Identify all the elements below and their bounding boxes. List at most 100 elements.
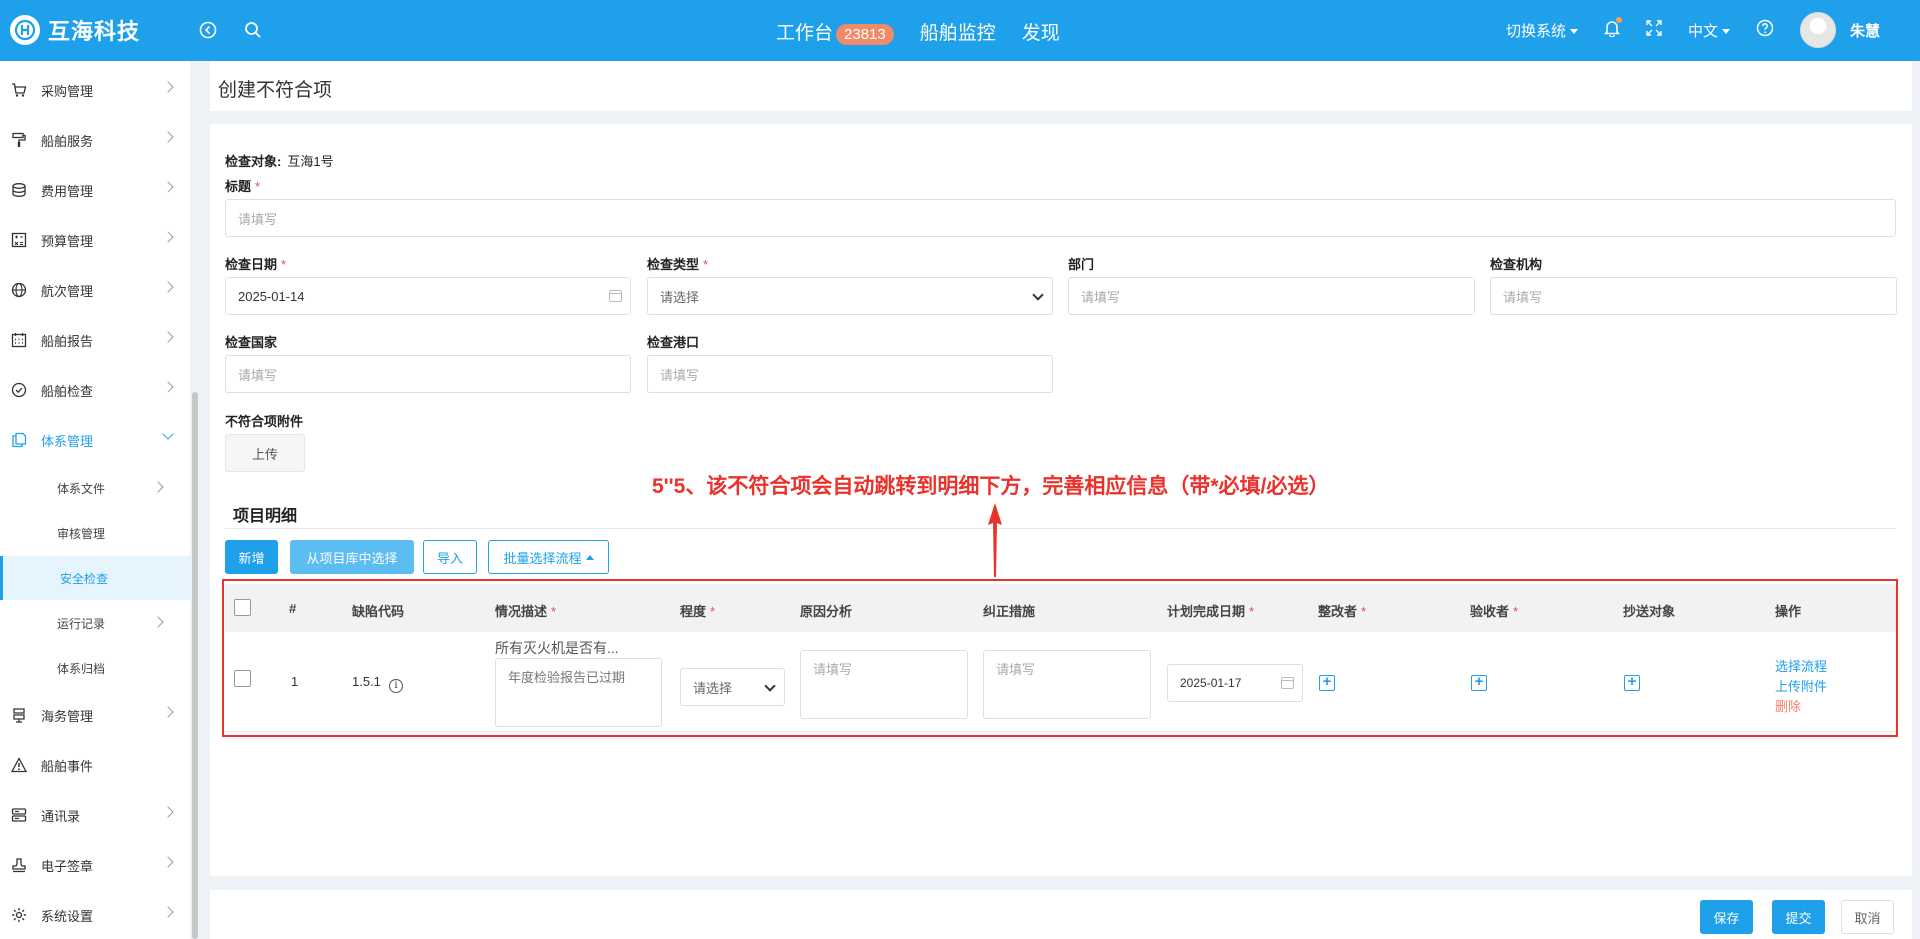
col-description: 情况描述 * — [495, 604, 557, 619]
row-index: 1 — [291, 674, 299, 689]
calculator-icon — [10, 231, 28, 249]
sidebar-item-label: 船舶事件 — [41, 758, 94, 774]
info-icon[interactable]: i — [388, 679, 403, 693]
sidebar-item-ship-report[interactable]: 船舶报告 — [0, 318, 190, 362]
col-index: # — [289, 601, 297, 616]
sidebar-item-settings[interactable]: 系统设置 — [0, 893, 190, 937]
row-corrective-input[interactable]: 请填写 — [983, 650, 1151, 719]
brand-name: 互海科技 — [48, 19, 141, 44]
annotation-arrow-icon — [988, 503, 1002, 577]
row-cause-input[interactable]: 请填写 — [800, 650, 968, 719]
chevron-right-icon — [162, 906, 174, 918]
chevron-right-icon — [162, 856, 174, 868]
port-label: 检查港口 — [647, 335, 700, 350]
stamp-icon — [10, 856, 28, 874]
sidebar-item-budget[interactable]: 预算管理 — [0, 218, 190, 262]
sidebar-item-expense[interactable]: 费用管理 — [0, 168, 190, 212]
nav-ship-monitor[interactable]: 船舶监控 — [920, 18, 996, 45]
nav-discover[interactable]: 发现 — [1022, 18, 1060, 45]
row-checkbox[interactable] — [234, 670, 251, 687]
row-plan-date-input[interactable]: 2025-01-17 — [1167, 664, 1303, 702]
sidebar-item-ship-events[interactable]: 船舶事件 — [0, 743, 190, 787]
sidebar-subitem-label: 体系文件 — [57, 481, 106, 496]
dept-input[interactable]: 请填写 — [1068, 277, 1475, 315]
sidebar-item-voyage[interactable]: 航次管理 — [0, 268, 190, 312]
fullscreen-icon[interactable] — [1646, 20, 1662, 40]
port-input[interactable]: 请填写 — [647, 355, 1053, 393]
dept-label: 部门 — [1068, 257, 1095, 272]
brand-logo[interactable]: 互海科技 — [10, 14, 140, 46]
add-cc-icon[interactable]: + — [1624, 674, 1640, 691]
col-acceptor: 验收者 * — [1470, 604, 1519, 619]
select-flow-link[interactable]: 选择流程 — [1775, 656, 1827, 675]
row-corrective-placeholder: 请填写 — [996, 662, 1036, 677]
annotation-text: 5''5、该不符合项会自动跳转到明细下方，完善相应信息（带*必填/必选） — [652, 475, 1330, 498]
bell-icon[interactable] — [1603, 17, 1622, 41]
sidebar-subitem-audit[interactable]: 审核管理 — [0, 511, 190, 555]
batch-select-flow-button[interactable]: 批量选择流程 — [488, 540, 609, 574]
type-select[interactable]: 请选择 — [647, 277, 1053, 315]
switch-system-label: 切换系统 — [1505, 22, 1566, 40]
sidebar-item-purchase[interactable]: 采购管理 — [0, 68, 190, 112]
row-description-title: 所有灭火机是否有... — [495, 640, 619, 656]
chevron-right-icon — [162, 281, 174, 293]
country-input[interactable]: 请填写 — [225, 355, 631, 393]
language-dropdown[interactable]: 中文 — [1688, 20, 1730, 41]
upload-button[interactable]: 上传 — [225, 434, 305, 472]
sidebar-item-e-seal[interactable]: 电子签章 — [0, 843, 190, 887]
add-rectifier-icon[interactable]: + — [1319, 674, 1335, 691]
caret-down-icon — [1569, 29, 1578, 35]
sidebar-subitem-run-records[interactable]: 运行记录 — [0, 601, 190, 645]
chevron-right-icon — [162, 806, 174, 818]
sidebar-subitem-archive[interactable]: 体系归档 — [0, 646, 190, 690]
save-button[interactable]: 保存 — [1700, 900, 1753, 934]
sidebar-item-label: 航次管理 — [41, 283, 94, 299]
sidebar-subitem-system-docs[interactable]: 体系文件 — [0, 466, 190, 510]
sidebar-item-marine[interactable]: 海务管理 — [0, 693, 190, 737]
add-button[interactable]: 新增 — [225, 540, 278, 574]
avatar — [1799, 12, 1836, 48]
footer-bar: 保存 提交 取消 — [210, 890, 1912, 939]
select-all-checkbox[interactable] — [234, 599, 251, 616]
country-input-placeholder: 请填写 — [238, 367, 278, 383]
title-input[interactable]: 请填写 — [225, 199, 1896, 237]
sidebar-item-contacts[interactable]: 通讯录 — [0, 793, 190, 837]
row-defect-code: 1.5.1 i — [352, 674, 403, 693]
logo-mark-icon — [10, 15, 40, 45]
server-icon — [10, 806, 28, 824]
sidebar-item-system-management[interactable]: 体系管理 — [0, 418, 190, 462]
coins-icon — [10, 181, 28, 199]
row-description-value: 年度检验报告已过期 — [508, 670, 626, 685]
sidebar-item-label: 电子签章 — [41, 858, 94, 874]
sidebar-subitem-safety-inspection[interactable]: 安全检查 — [0, 556, 190, 600]
add-acceptor-icon[interactable]: + — [1471, 674, 1487, 691]
chevron-right-icon — [162, 706, 174, 718]
delete-link[interactable]: 删除 — [1775, 696, 1801, 715]
section-title: 项目明细 — [233, 508, 298, 525]
col-rectifier-label: 整改者 — [1318, 604, 1358, 619]
search-icon[interactable] — [241, 18, 265, 42]
select-from-library-button[interactable]: 从项目库中选择 — [290, 540, 414, 574]
sidebar-scrollbar[interactable] — [192, 392, 198, 939]
nav-workbench[interactable]: 工作台 23813 — [776, 18, 894, 45]
chevron-down-icon — [162, 428, 174, 440]
help-icon[interactable] — [1756, 19, 1774, 41]
back-icon[interactable] — [196, 18, 220, 42]
import-button[interactable]: 导入 — [423, 540, 477, 574]
section-divider — [225, 528, 1896, 529]
upload-attachment-link[interactable]: 上传附件 — [1775, 676, 1827, 695]
org-input[interactable]: 请填写 — [1490, 277, 1897, 315]
submit-button[interactable]: 提交 — [1772, 900, 1825, 934]
sidebar-item-ship-service[interactable]: 船舶服务 — [0, 118, 190, 162]
date-input[interactable]: 2025-01-14 — [225, 277, 631, 315]
switch-system-dropdown[interactable]: 切换系统 — [1506, 20, 1578, 41]
globe-icon — [10, 281, 28, 299]
org-label: 检查机构 — [1490, 257, 1543, 272]
row-description-input[interactable]: 年度检验报告已过期 — [495, 658, 662, 727]
sidebar-item-label: 通讯录 — [41, 808, 81, 824]
sidebar-item-ship-inspection[interactable]: 船舶检查 — [0, 368, 190, 412]
row-severity-select[interactable]: 请选择 — [680, 668, 785, 706]
user-menu[interactable]: 朱慧 — [1799, 12, 1880, 48]
port-input-placeholder: 请填写 — [660, 367, 700, 383]
cancel-button[interactable]: 取消 — [1841, 900, 1894, 934]
